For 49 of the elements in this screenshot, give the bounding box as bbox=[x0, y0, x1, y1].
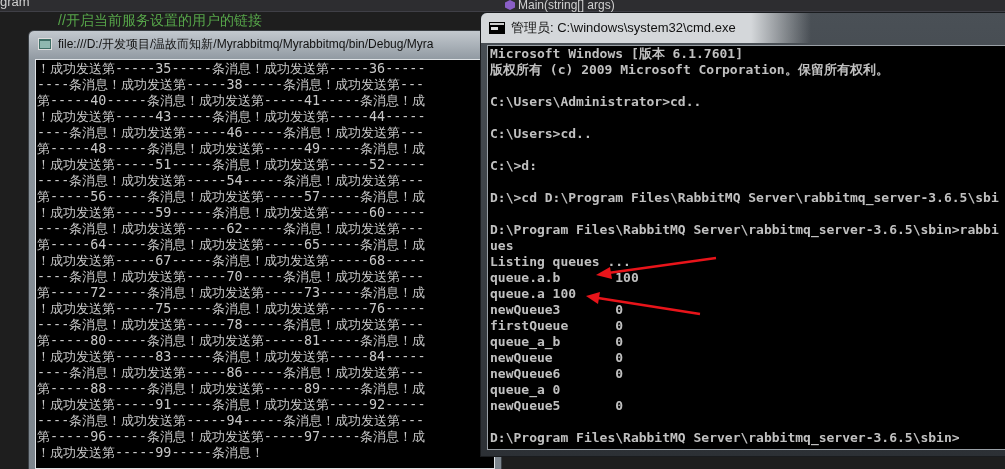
console-line: ！成功发送第-----91-----条消息！成功发送第-----92----- bbox=[37, 397, 427, 413]
console-line: ！成功发送第-----83-----条消息！成功发送第-----84----- bbox=[37, 349, 427, 365]
console-line: ！成功发送第-----51-----条消息！成功发送第-----52----- bbox=[37, 157, 427, 173]
console-line: 第-----80-----条消息！成功发送第-----81-----条消息！成 bbox=[37, 333, 427, 349]
terminal-line: D:\>cd D:\Program Files\RabbitMQ Server\rabbitmq_server-3.6.5\sbi bbox=[490, 190, 999, 206]
terminal-line: queue_a_b 0 bbox=[490, 334, 624, 350]
console-line: ！成功发送第-----35-----条消息！成功发送第-----36----- bbox=[37, 61, 427, 77]
terminal-line: ues bbox=[490, 238, 514, 254]
console-line: ----条消息！成功发送第-----54-----条消息！成功发送第--- bbox=[37, 173, 426, 189]
console-line: ！成功发送第-----67-----条消息！成功发送第-----68----- bbox=[37, 253, 427, 269]
console-line: ----条消息！成功发送第-----94-----条消息！成功发送第--- bbox=[37, 413, 426, 429]
terminal-line: C:\Users\Administrator>cd.. bbox=[490, 94, 702, 110]
console-line: ----条消息！成功发送第-----78-----条消息！成功发送第--- bbox=[37, 317, 426, 333]
console-line: 第-----40-----条消息！成功发送第-----41-----条消息！成 bbox=[37, 93, 427, 109]
terminal-line: Listing queues ... bbox=[490, 254, 631, 270]
console-line: 第-----64-----条消息！成功发送第-----65-----条消息！成 bbox=[37, 237, 427, 253]
terminal-line: C:\Users>cd.. bbox=[490, 126, 592, 142]
window-title: 管理员: C:\windows\system32\cmd.exe bbox=[511, 19, 736, 38]
console-line: ！成功发送第-----99-----条消息！ bbox=[37, 445, 265, 461]
window-title: file:///D:/开发项目/温故而知新/Myrabbitmq/Myrabbitmq/bin/Debug/Myra bbox=[58, 36, 434, 53]
terminal-icon bbox=[489, 22, 505, 34]
terminal-line: D:\Program Files\RabbitMQ Server\rabbitmq_server-3.6.5\sbin> bbox=[490, 430, 960, 446]
terminal-line: newQueue5 0 bbox=[490, 398, 624, 414]
console-line: ！成功发送第-----43-----条消息！成功发送第-----44----- bbox=[37, 109, 427, 125]
console-line: 第-----96-----条消息！成功发送第-----97-----条消息！成 bbox=[37, 429, 427, 445]
console-line: ----条消息！成功发送第-----46-----条消息！成功发送第--- bbox=[37, 125, 426, 141]
console-line: 第-----56-----条消息！成功发送第-----57-----条消息！成 bbox=[37, 189, 427, 205]
console-line: ！成功发送第-----59-----条消息！成功发送第-----60----- bbox=[37, 205, 427, 221]
terminal-line: 版权所有 (c) 2009 Microsoft Corporation。保留所有权利。 bbox=[490, 62, 889, 78]
code-comment: //开启当前服务设置的用户的链接 bbox=[58, 12, 262, 28]
console-line: 第-----88-----条消息！成功发送第-----89-----条消息！成 bbox=[37, 381, 427, 397]
terminal-line: Microsoft Windows [版本 6.1.7601] bbox=[490, 46, 743, 62]
console-line: ----条消息！成功发送第-----38-----条消息！成功发送第--- bbox=[37, 77, 426, 93]
terminal-line: queue.a.b 100 bbox=[490, 270, 639, 286]
method-icon bbox=[505, 0, 515, 10]
terminal-line: newQueue6 0 bbox=[490, 366, 624, 382]
console-line: ----条消息！成功发送第-----86-----条消息！成功发送第--- bbox=[37, 365, 426, 381]
terminal-line: queue.a 100 bbox=[490, 286, 577, 302]
console-line: ----条消息！成功发送第-----62-----条消息！成功发送第--- bbox=[37, 221, 426, 237]
terminal-line: firstQueue 0 bbox=[490, 318, 624, 334]
member-dropdown[interactable]: Main(string[] args) bbox=[518, 0, 615, 12]
terminal-line: D:\Program Files\RabbitMQ Server\rabbitmq_server-3.6.5\sbin>rabbi bbox=[490, 222, 999, 238]
terminal-line: C:\>d: bbox=[490, 158, 537, 174]
terminal-line: newQueue3 0 bbox=[490, 302, 624, 318]
console-line: ！成功发送第-----75-----条消息！成功发送第-----76----- bbox=[37, 301, 427, 317]
console-icon bbox=[38, 38, 52, 50]
console-line: 第-----48-----条消息！成功发送第-----49-----条消息！成 bbox=[37, 141, 427, 157]
terminal-line: newQueue 0 bbox=[490, 350, 624, 366]
terminal-line: queue_a 0 bbox=[490, 382, 561, 398]
